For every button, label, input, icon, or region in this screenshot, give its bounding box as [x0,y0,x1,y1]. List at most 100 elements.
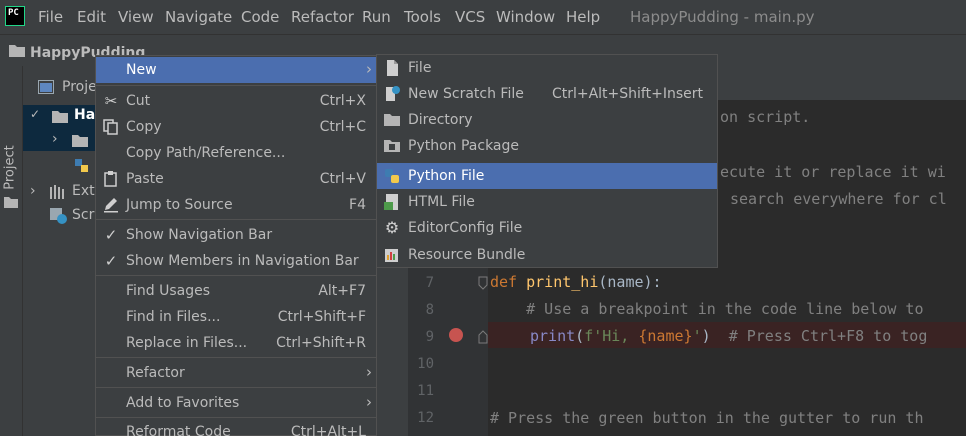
code-builtin: print [530,327,576,345]
menu-item-replace-in-files[interactable]: Replace in Files... Ctrl+Shift+R [96,330,376,356]
submenu-item-python-package[interactable]: Python Package [377,133,717,159]
menu-item-shortcut: Ctrl+C [319,119,366,135]
editor-tab-bar [718,66,966,100]
file-icon [387,60,398,76]
menu-item-find-usages[interactable]: Find Usages Alt+F7 [96,278,376,304]
menu-separator [96,85,376,86]
menu-code[interactable]: Code [241,8,279,26]
menu-refactor[interactable]: Refactor [291,8,354,26]
line-number: 12 [417,410,434,426]
code-line-8: # Use a breakpoint in the code line belo… [490,300,924,318]
menu-item-jump-to-source[interactable]: Jump to Source F4 [96,192,376,218]
menu-file[interactable]: File [38,8,63,26]
menu-item-label: Refactor [126,365,185,381]
menu-view[interactable]: View [118,8,154,26]
menu-item-shortcut: F4 [349,197,366,213]
menu-bar: PC File Edit View Navigate Code Refactor… [0,0,966,34]
menu-item-copy-path[interactable]: Copy Path/Reference... [96,140,376,166]
code-fragment: ecute it or replace it wi [720,163,946,181]
submenu-item-label: Directory [408,112,473,128]
chevron-right-icon[interactable]: › [52,131,58,147]
menu-item-show-members[interactable]: ✓ Show Members in Navigation Bar [96,248,376,274]
menu-item-shortcut: Ctrl+Alt+L [290,424,366,436]
code-string: ' [692,327,702,345]
menu-help[interactable]: Help [566,8,600,26]
menu-item-label: Find Usages [126,283,211,299]
submenu-item-label: Python Package [408,138,520,154]
tree-root-label[interactable]: Ha [74,107,95,123]
submenu-item-label: File [408,60,432,76]
menu-item-shortcut: Ctrl+Shift+R [276,335,366,351]
submenu-item-html-file[interactable]: HTML File [377,189,717,215]
code-function-name: print_hi [526,273,599,291]
chevron-right-icon[interactable]: › [30,183,36,199]
menu-separator [96,357,376,358]
python-file-icon [75,159,88,172]
menu-item-reformat-code[interactable]: Reformat Code Ctrl+Alt+L [96,419,376,436]
menu-item-add-to-favorites[interactable]: Add to Favorites › [96,390,376,416]
chevron-right-icon: › [366,393,372,411]
project-view-icon [38,80,54,94]
submenu-item-file[interactable]: File [377,55,717,81]
menu-item-refactor[interactable]: Refactor › [96,360,376,386]
menu-item-label: Add to Favorites [126,395,240,411]
code-comment: # Press Ctrl+F8 to tog [728,327,928,345]
menu-window[interactable]: Window [496,8,555,26]
fold-icon[interactable] [478,276,488,290]
menu-item-copy[interactable]: Copy Ctrl+C [96,114,376,140]
chevron-right-icon: › [366,60,372,78]
code-string: f'Hi, [584,327,639,345]
code-text: (name): [598,273,662,291]
menu-run[interactable]: Run [362,8,391,26]
menu-item-new[interactable]: New › [96,57,376,83]
menu-tools[interactable]: Tools [404,8,441,26]
project-tool-tab[interactable]: Project [3,138,18,198]
submenu-item-directory[interactable]: Directory [377,107,717,133]
menu-item-label: Replace in Files... [126,335,248,351]
resource-bundle-icon [385,249,398,262]
pycharm-logo-icon: PC [5,6,25,26]
fold-icon[interactable] [478,330,488,344]
line-number: 9 [425,329,434,345]
menu-vcs[interactable]: VCS [455,8,485,26]
menu-edit[interactable]: Edit [77,8,106,26]
menu-item-label: Paste [126,171,164,187]
submenu-item-python-file[interactable]: Python File [377,163,717,189]
folder-icon [72,135,88,147]
menu-item-cut[interactable]: ✂ Cut Ctrl+X [96,88,376,114]
menu-item-shortcut: Ctrl+Shift+F [277,309,366,325]
menu-item-label: Jump to Source [126,197,233,213]
line-number: 7 [425,275,434,291]
check-icon: ✓ [104,252,118,270]
folder-icon [384,114,400,126]
menu-separator [96,219,376,220]
paste-icon [104,171,117,187]
project-panel-title[interactable]: Proje [62,79,97,95]
scissors-icon: ✂ [104,92,118,110]
line-number: 8 [425,302,434,318]
code-text: ( [575,327,585,345]
code-line-9: print(f'Hi, {name}') # Press Ctrl+F8 to … [530,327,927,345]
breakpoint-icon[interactable] [449,328,463,342]
html-file-icon [384,194,398,210]
submenu-item-editorconfig-file[interactable]: ⚙ EditorConfig File [377,215,717,241]
menu-item-paste[interactable]: Paste Ctrl+V [96,166,376,192]
submenu-item-resource-bundle[interactable]: Resource Bundle [377,242,717,268]
submenu-item-new-scratch-file[interactable]: New Scratch File Ctrl+Alt+Shift+Insert [377,81,717,107]
menu-separator [96,275,376,276]
library-icon [50,185,64,199]
chevron-right-icon: › [366,363,372,381]
scratches-label[interactable]: Scr [72,207,94,223]
logo-text: PC [8,8,19,18]
menu-item-label: Show Members in Navigation Bar [126,253,359,269]
line-number: 11 [417,383,434,399]
menu-item-show-navigation-bar[interactable]: ✓ Show Navigation Bar [96,222,376,248]
copy-icon [103,119,118,135]
chevron-down-icon[interactable]: ✓ [30,107,40,121]
menu-navigate[interactable]: Navigate [165,8,232,26]
window-title: HappyPudding - main.py [630,8,815,26]
folder-icon [9,45,25,57]
code-interpolation: {name} [638,327,693,345]
check-icon: ✓ [104,226,118,244]
menu-item-find-in-files[interactable]: Find in Files... Ctrl+Shift+F [96,304,376,330]
